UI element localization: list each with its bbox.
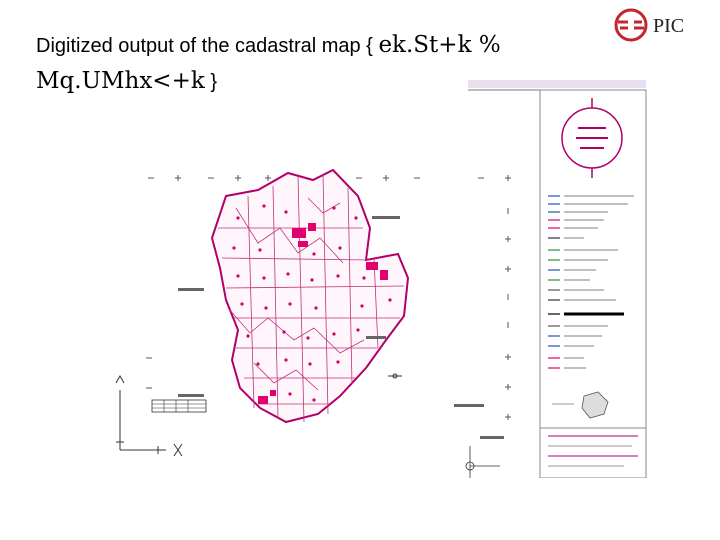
village-boundary (210, 168, 410, 424)
pic-emblem-icon (614, 8, 648, 42)
scale-bar (151, 399, 207, 413)
logo-text: PIC (653, 15, 685, 37)
pic-logo: PIC (612, 6, 712, 46)
map-legend (539, 89, 647, 478)
registration-target-icon (465, 446, 500, 478)
map-header-strip (468, 80, 646, 88)
compass-mark-icon (388, 373, 402, 379)
title-latin-text: Digitized output of the cadastral map { (36, 35, 373, 57)
cadastral-map-figure (115, 80, 647, 478)
